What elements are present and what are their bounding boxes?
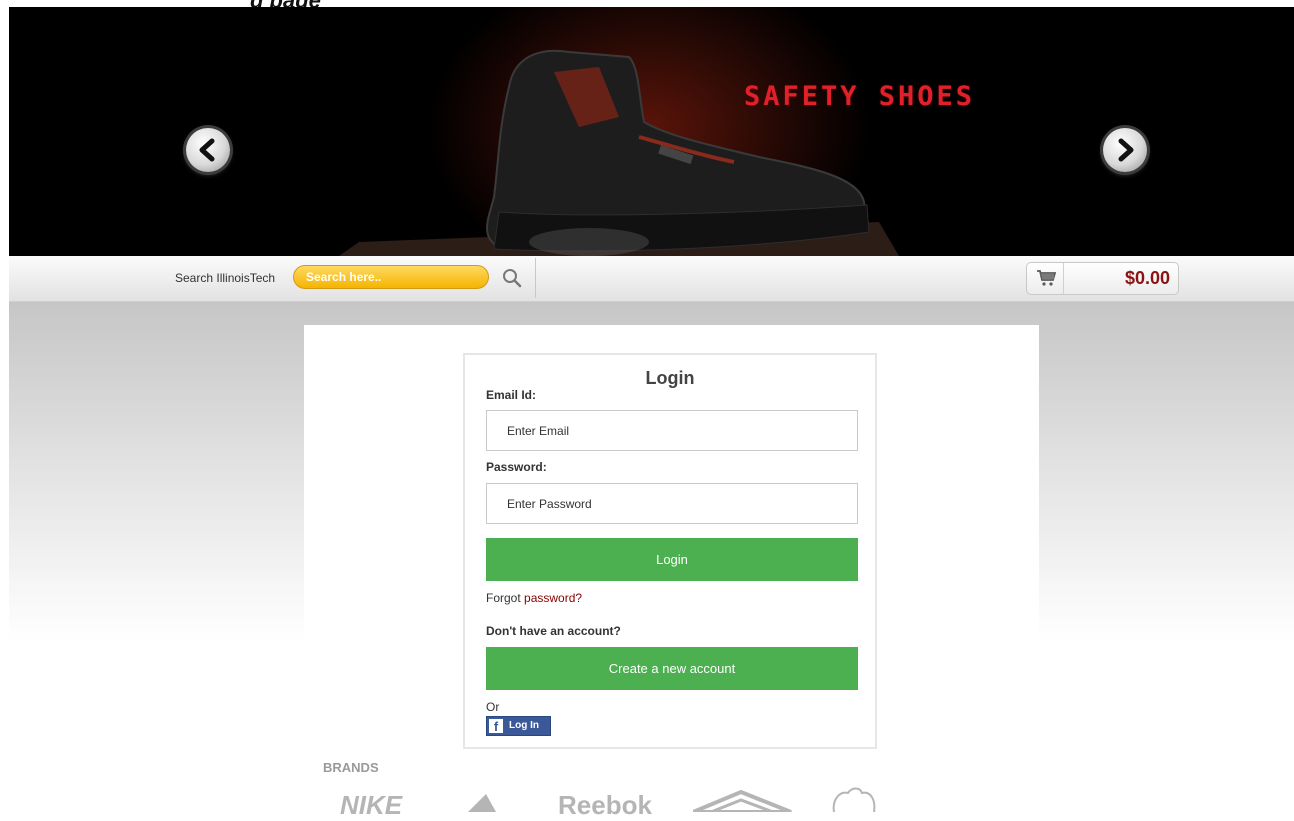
banner-title: SAFETY SHOES [744, 81, 976, 112]
or-text: Or [486, 700, 500, 714]
email-label: Email Id: [486, 388, 537, 402]
cart-total: $0.00 [1124, 268, 1170, 288]
password-label: Password: [486, 460, 547, 474]
facebook-login-label: Log In [509, 720, 539, 731]
brand-logo-reebok: Reebok [558, 790, 652, 820]
chevron-left-icon [199, 138, 215, 162]
forgot-prefix: Forgot [486, 591, 525, 605]
prev-slide-button[interactable] [186, 128, 230, 172]
cart-icon [1037, 270, 1056, 286]
chevron-right-icon [1118, 138, 1134, 162]
search-label: Search IllinoisTech [175, 271, 276, 285]
brands-title: BRANDS [323, 760, 379, 775]
search-input[interactable] [293, 265, 489, 289]
forgot-password-text: Forgot password? [486, 591, 582, 605]
login-form: Login Email Id: Password: Login Forgot p… [463, 353, 877, 749]
cart-button[interactable]: $0.00 [1026, 262, 1179, 295]
search-divider [535, 258, 536, 298]
create-account-button[interactable]: Create a new account [486, 647, 858, 690]
brand-logo-umbro [693, 790, 792, 812]
search-bar: Search IllinoisTech $0.00 [9, 256, 1294, 302]
brand-logo-adidas [468, 794, 496, 812]
no-account-text: Don't have an account? [486, 624, 621, 638]
next-slide-button[interactable] [1103, 128, 1147, 172]
login-title: Login [645, 368, 695, 388]
facebook-icon: f [489, 719, 503, 734]
brand-logo-puma [832, 787, 876, 812]
password-field[interactable] [486, 483, 858, 524]
safety-shoe-image [339, 49, 899, 256]
facebook-login-button[interactable]: f Log In [486, 716, 551, 736]
login-button[interactable]: Login [486, 538, 858, 581]
email-field[interactable] [486, 410, 858, 451]
forgot-password-link[interactable]: password? [524, 591, 582, 605]
cart-icon-wrap [1027, 263, 1064, 294]
search-icon[interactable] [501, 267, 523, 289]
brand-logo-nike: NIKE [340, 790, 403, 820]
hero-banner: SAFETY SHOES [9, 7, 1294, 256]
